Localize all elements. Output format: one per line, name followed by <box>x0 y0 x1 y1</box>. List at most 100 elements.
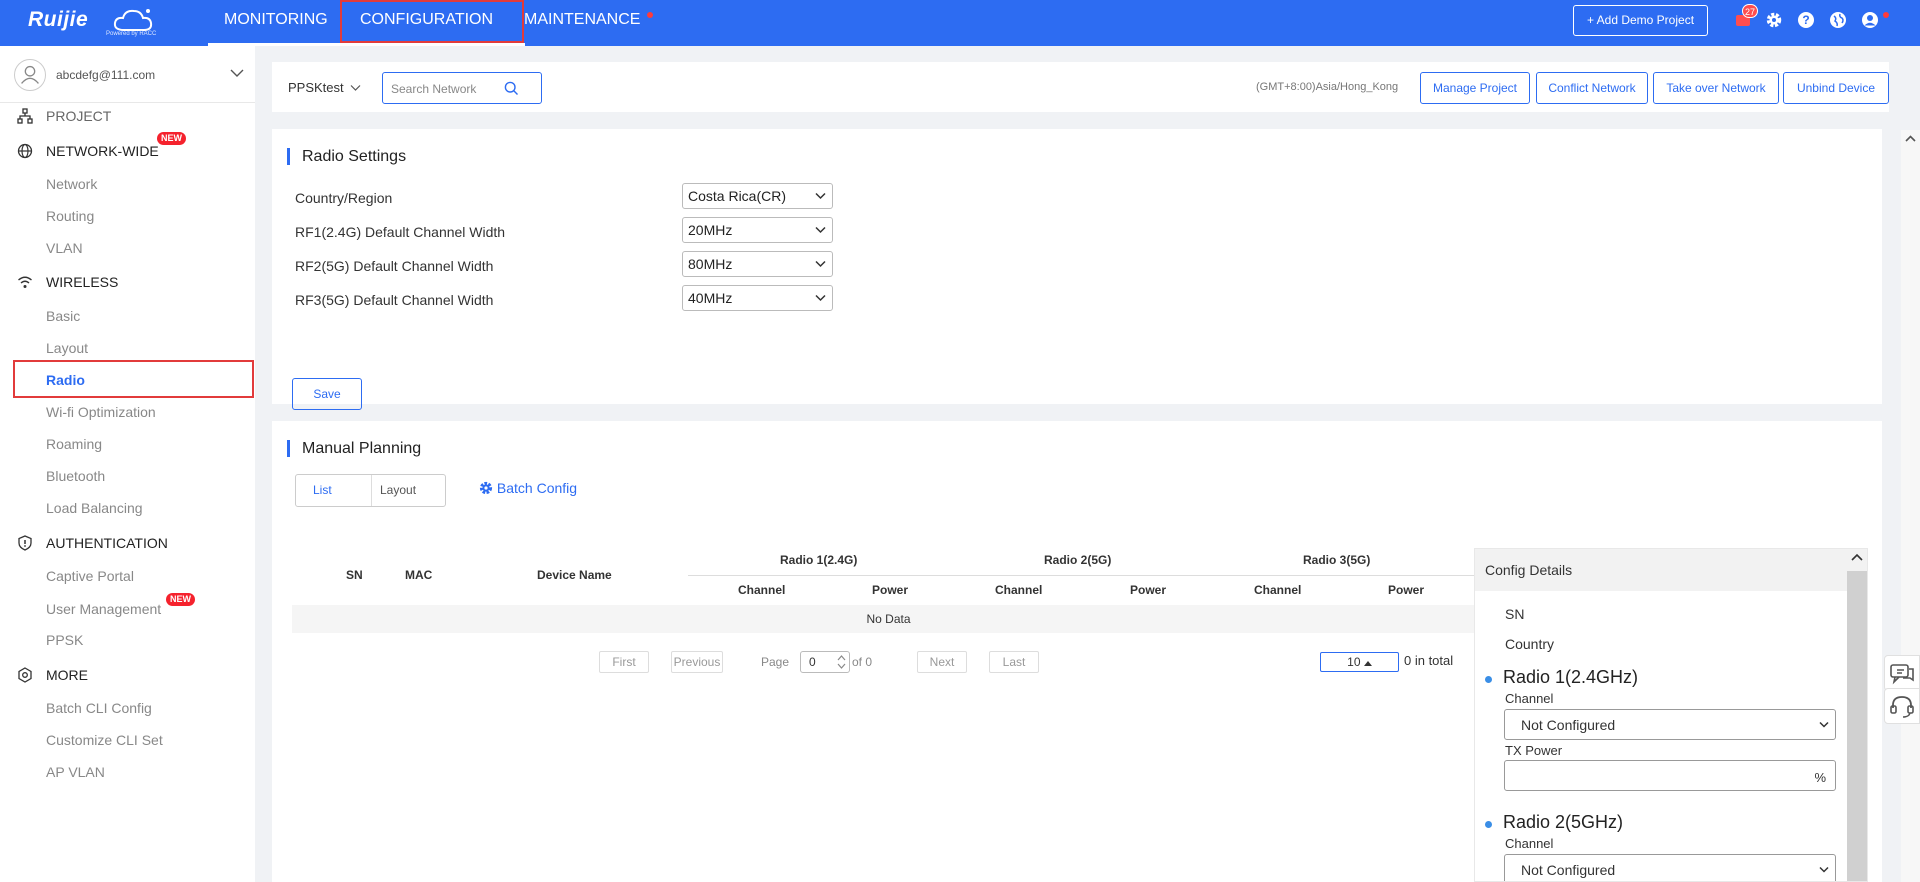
sidebar-group-authentication[interactable]: AUTHENTICATION <box>17 533 237 553</box>
new-badge: NEW <box>157 132 186 145</box>
sidebar-item-roaming[interactable]: Roaming <box>46 436 102 456</box>
gear-icon[interactable] <box>1765 11 1783 29</box>
rf3-width-select[interactable]: 40MHz <box>682 285 833 311</box>
sidebar-item-layout[interactable]: Layout <box>46 340 88 360</box>
manage-project-button[interactable]: Manage Project <box>1420 72 1530 104</box>
rf2-width-select[interactable]: 80MHz <box>682 251 833 277</box>
sidebar-item-ppsk[interactable]: PPSK <box>46 632 83 652</box>
sidebar-item-bluetooth[interactable]: Bluetooth <box>46 468 105 488</box>
divider <box>371 475 372 506</box>
config-radio1-txpower-input[interactable]: % <box>1504 760 1836 791</box>
divider <box>0 102 255 103</box>
rf1-width-select[interactable]: 20MHz <box>682 217 833 243</box>
sidebar-group-more[interactable]: MORE <box>17 665 217 685</box>
sidebar-item-basic[interactable]: Basic <box>46 308 80 328</box>
sidebar-group-network-wide[interactable]: NETWORK-WIDE <box>17 141 217 161</box>
tab-layout[interactable]: Layout <box>380 475 416 506</box>
sidebar-item-user-management[interactable]: User Management <box>46 601 161 621</box>
country-region-select[interactable]: Costa Rica(CR) <box>682 183 833 209</box>
sidebar-item-batch-cli-config[interactable]: Batch CLI Config <box>46 700 152 720</box>
config-country-label: Country <box>1505 636 1555 652</box>
support-float-button[interactable] <box>1884 688 1920 724</box>
sidebar-item-routing[interactable]: Routing <box>46 208 94 228</box>
chevron-down-icon <box>350 85 361 91</box>
globe-icon <box>17 143 33 159</box>
user-icon[interactable] <box>1861 11 1879 29</box>
save-button[interactable]: Save <box>292 378 362 410</box>
sidebar: abcdefg@111.com PROJECT NETWORK-WIDE NEW… <box>0 46 255 882</box>
next-page-button[interactable]: Next <box>917 651 967 673</box>
page-number-input[interactable]: 0 <box>800 651 850 673</box>
config-details-header: Config Details <box>1475 549 1867 591</box>
configuration-highlight-box <box>340 0 524 43</box>
cloud-icon <box>113 9 153 31</box>
sidebar-item-captive-portal[interactable]: Captive Portal <box>46 568 134 588</box>
last-page-button[interactable]: Last <box>989 651 1039 673</box>
stepper-icon[interactable] <box>837 654 846 670</box>
sidebar-item-ap-vlan[interactable]: AP VLAN <box>46 764 105 784</box>
timezone-label: (GMT+8:00)Asia/Hong_Kong <box>1256 81 1399 93</box>
page-size-select[interactable]: 10 <box>1320 652 1399 672</box>
previous-page-button[interactable]: Previous <box>671 651 723 673</box>
nav-maintenance[interactable]: MAINTENANCE <box>524 0 640 46</box>
account-selector[interactable]: abcdefg@111.com <box>14 58 246 94</box>
nav-active-indicator <box>208 43 525 46</box>
sidebar-item-vlan[interactable]: VLAN <box>46 240 83 260</box>
config-radio1-title: Radio 1(2.4GHz) <box>1503 667 1639 687</box>
chat-float-button[interactable] <box>1884 655 1920 691</box>
config-radio2-channel-select[interactable]: Not Configured <box>1504 854 1836 881</box>
take-over-network-button[interactable]: Take over Network <box>1653 72 1779 104</box>
unbind-device-button[interactable]: Unbind Device <box>1783 72 1889 104</box>
sidebar-group-wireless[interactable]: WIRELESS <box>17 272 217 292</box>
logo-text: Ruijie <box>28 8 89 31</box>
rf3-width-value: 40MHz <box>688 290 733 306</box>
header-divider <box>688 575 1485 576</box>
message-count-badge: 27 <box>1742 4 1759 18</box>
column-header-radio1-channel: Channel <box>738 583 786 597</box>
project-selector[interactable]: PPSKtest <box>288 80 361 95</box>
search-network-box[interactable] <box>382 72 542 104</box>
total-count: 0 in total <box>1404 653 1454 668</box>
chevron-down-icon <box>815 192 826 200</box>
sidebar-item-customize-cli-set[interactable]: Customize CLI Set <box>46 732 163 752</box>
add-demo-project-button[interactable]: + Add Demo Project <box>1573 5 1708 36</box>
project-bar: PPSKtest (GMT+8:00)Asia/Hong_Kong Manage… <box>272 62 1889 112</box>
column-header-mac: MAC <box>405 568 433 582</box>
tab-list[interactable]: List <box>313 475 332 506</box>
settings-hexagon-icon <box>18 667 32 683</box>
first-page-button[interactable]: First <box>599 651 649 673</box>
ruijie-logo[interactable]: Ruijie Powered by RACC <box>28 6 158 40</box>
sidebar-group-project[interactable]: PROJECT <box>17 106 217 126</box>
sidebar-group-label: AUTHENTICATION <box>46 535 168 551</box>
nav-monitoring[interactable]: MONITORING <box>224 0 328 46</box>
user-alert-dot <box>1883 12 1889 18</box>
config-radio1-txpower-label: TX Power <box>1505 743 1563 758</box>
config-details-title: Config Details <box>1485 562 1573 578</box>
sidebar-item-load-balancing[interactable]: Load Balancing <box>46 500 143 520</box>
column-group-radio1: Radio 1(2.4G) <box>780 553 858 567</box>
sidebar-item-wifi-optimization[interactable]: Wi-fi Optimization <box>46 404 156 424</box>
chevron-up-icon[interactable] <box>1850 552 1864 562</box>
search-network-input[interactable] <box>391 80 506 98</box>
chevron-down-icon <box>1819 866 1829 873</box>
config-radio1-channel-select[interactable]: Not Configured <box>1504 709 1836 740</box>
page-of-total: of 0 <box>852 655 873 669</box>
config-details-scrollbar[interactable] <box>1847 571 1867 881</box>
top-nav: Ruijie Powered by RACC MONITORING CONFIG… <box>0 0 1920 46</box>
globe-icon[interactable] <box>1829 11 1847 29</box>
help-icon[interactable]: ? <box>1797 11 1815 29</box>
sidebar-group-label: MORE <box>46 667 88 683</box>
page-scrollbar[interactable] <box>1901 130 1920 882</box>
wifi-icon <box>18 276 32 288</box>
config-radio2-title: Radio 2(5GHz) <box>1503 812 1624 832</box>
sidebar-item-network[interactable]: Network <box>46 176 97 196</box>
column-group-radio3: Radio 3(5G) <box>1303 553 1371 567</box>
conflict-network-button[interactable]: Conflict Network <box>1536 72 1648 104</box>
chevron-up-icon[interactable] <box>1901 133 1920 145</box>
manual-planning-title: Manual Planning <box>287 440 421 457</box>
rf2-width-value: 80MHz <box>688 256 733 272</box>
avatar-icon <box>14 59 46 91</box>
batch-config-link[interactable]: Batch Config <box>479 480 577 496</box>
bullet-icon <box>1485 821 1492 828</box>
search-icon[interactable] <box>504 81 519 96</box>
